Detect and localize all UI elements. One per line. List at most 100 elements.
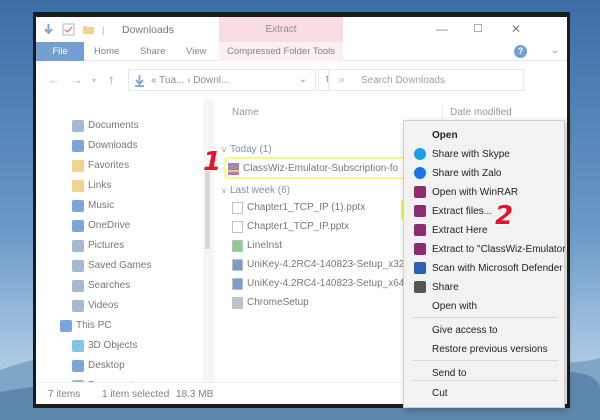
file-name: Chapter1_TCP_IP (1).pptx <box>247 202 366 213</box>
menu-item-label: Restore previous versions <box>432 344 548 355</box>
sidebar-item-desktop[interactable]: Desktop <box>70 357 200 377</box>
sidebar-item-label: Saved Games <box>88 260 152 271</box>
menu-item-cut[interactable]: Cut <box>404 384 564 403</box>
group-header-last-week[interactable]: v Last week (6) <box>222 185 290 196</box>
winrar-icon <box>228 163 239 175</box>
recent-locations-dropdown-icon[interactable]: ▾ <box>92 76 96 85</box>
sidebar-item-3d-objects[interactable]: 3D Objects <box>70 337 200 357</box>
sidebar-item-favorites[interactable]: Favorites <box>70 157 200 177</box>
menu-item-share-with-zalo[interactable]: Share with Zalo <box>404 164 564 183</box>
menu-separator <box>412 380 558 381</box>
menu-item-extract-to-classwiz-emulator[interactable]: Extract to "ClassWiz-Emulator <box>404 240 566 259</box>
sidebar-item-label: Desktop <box>88 360 125 371</box>
properties-icon[interactable] <box>62 23 75 36</box>
menu-item-label: Extract files... <box>432 206 493 217</box>
setup-icon <box>232 297 243 309</box>
file-name: Chapter1_TCP_IP.pptx <box>247 221 350 232</box>
sidebar-item-videos[interactable]: Videos <box>70 297 200 317</box>
breadcrumb: « Tua... › Downl... <box>151 75 230 86</box>
down-arrow-icon[interactable] <box>42 23 55 36</box>
menu-item-scan-with-microsoft-defender[interactable]: Scan with Microsoft Defender <box>404 259 564 278</box>
videos-icon <box>72 300 84 312</box>
group-header-today[interactable]: v Today (1) <box>222 144 272 155</box>
help-icon[interactable]: ? <box>514 45 527 58</box>
sidebar-item-label: This PC <box>76 320 112 331</box>
cloud-icon <box>72 220 84 232</box>
chevron-down-icon[interactable]: ⌄ <box>299 74 307 85</box>
menu-item-open[interactable]: Open <box>404 126 564 145</box>
minimize-button[interactable]: — <box>428 20 456 38</box>
sidebar-item-this-pc[interactable]: This PC <box>58 317 188 337</box>
tab-home[interactable]: Home <box>94 42 119 61</box>
sidebar-item-label: Videos <box>88 300 119 311</box>
address-bar[interactable]: « Tua... › Downl... ⌄ <box>128 69 316 91</box>
chevron-down-icon: v <box>222 186 226 195</box>
zalo-icon <box>414 167 426 179</box>
navigation-pane: Documents Downloads Favorites Links Music One… <box>36 99 206 392</box>
tab-file[interactable]: File <box>36 42 84 61</box>
search-placeholder: Search Downloads <box>361 75 445 86</box>
sidebar-item-links[interactable]: Links <box>70 177 200 197</box>
sidebar-item-documents[interactable]: Documents <box>70 117 200 137</box>
unikey-icon <box>232 278 243 290</box>
step-number-1: 1 <box>203 147 222 177</box>
step-number-2: 2 <box>495 201 514 231</box>
maximize-button[interactable]: ☐ <box>464 20 492 38</box>
document-icon <box>72 120 84 132</box>
up-arrow-icon[interactable]: ↑ <box>108 72 115 87</box>
menu-item-share-with-skype[interactable]: Share with Skype <box>404 145 564 164</box>
menu-item-open-with[interactable]: Open with <box>404 297 564 316</box>
pc-icon <box>60 320 72 332</box>
group-label: Today (1) <box>230 144 272 155</box>
menu-item-label: Open <box>432 130 458 141</box>
back-arrow-icon[interactable]: ← <box>48 72 61 87</box>
sidebar-item-onedrive[interactable]: OneDrive <box>70 217 200 237</box>
navigation-bar: ← → ▾ ↑ « Tua... › Downl... ⌄ ↻ ⌕ Search… <box>36 61 567 99</box>
searches-icon <box>72 280 84 292</box>
quick-access-separator: | <box>102 25 105 35</box>
pictures-icon <box>72 240 84 252</box>
download-icon <box>72 140 84 152</box>
title-bar: | Downloads Extract — ☐ ✕ <box>36 17 567 42</box>
favorites-icon <box>72 160 84 172</box>
sidebar-item-pictures[interactable]: Pictures <box>70 237 200 257</box>
item-count: 7 items <box>48 389 81 400</box>
tab-compressed-folder-tools[interactable]: Compressed Folder Tools <box>219 42 343 61</box>
tab-share[interactable]: Share <box>140 42 165 61</box>
sidebar-item-label: OneDrive <box>88 220 131 231</box>
menu-item-label: Scan with Microsoft Defender <box>432 263 563 274</box>
sidebar-item-downloads[interactable]: Downloads <box>70 137 200 157</box>
sidebar-item-label: Downloads <box>88 140 138 151</box>
menu-item-open-with-winrar[interactable]: Open with WinRAR <box>404 183 564 202</box>
chevron-down-icon[interactable]: ⌄ <box>551 45 559 56</box>
close-button[interactable]: ✕ <box>502 20 530 38</box>
search-input[interactable]: ⌕ Search Downloads <box>328 69 524 91</box>
sidebar-item-label: Favorites <box>88 160 130 171</box>
download-icon <box>135 75 144 87</box>
menu-item-restore-previous-versions[interactable]: Restore previous versions <box>404 340 564 359</box>
defender-icon <box>414 262 426 274</box>
file-name: ClassWiz-Emulator-Subscription-fo <box>243 163 399 174</box>
menu-item-label: Send to <box>432 368 467 379</box>
extract-context-tab[interactable]: Extract <box>219 17 343 42</box>
sidebar-item-saved-games[interactable]: Saved Games <box>70 257 200 277</box>
menu-item-extract-files[interactable]: Extract files... <box>404 202 564 221</box>
sidebar-item-label: Searches <box>88 280 131 291</box>
sidebar-item-label: Documents <box>88 120 139 131</box>
column-header-date-modified[interactable]: Date modified <box>450 107 512 118</box>
column-header-name[interactable]: Name <box>232 107 259 118</box>
menu-item-label: Extract Here <box>432 225 488 236</box>
tab-view[interactable]: View <box>186 42 206 61</box>
sidebar-item-searches[interactable]: Searches <box>70 277 200 297</box>
menu-item-extract-here[interactable]: Extract Here <box>404 221 564 240</box>
folder-icon[interactable] <box>82 23 95 36</box>
sidebar-item-music[interactable]: Music <box>70 197 200 217</box>
file-name: LineInst <box>247 240 283 251</box>
menu-item-share[interactable]: Share <box>404 278 564 297</box>
forward-arrow-icon[interactable]: → <box>70 72 83 87</box>
menu-item-give-access-to[interactable]: Give access to <box>404 321 564 340</box>
file-name: UniKey-4.2RC4-140823-Setup_x32 <box>247 259 405 270</box>
winrar-icon <box>414 224 426 236</box>
sidebar-scroll-thumb[interactable] <box>205 171 210 249</box>
share-icon <box>414 281 426 293</box>
